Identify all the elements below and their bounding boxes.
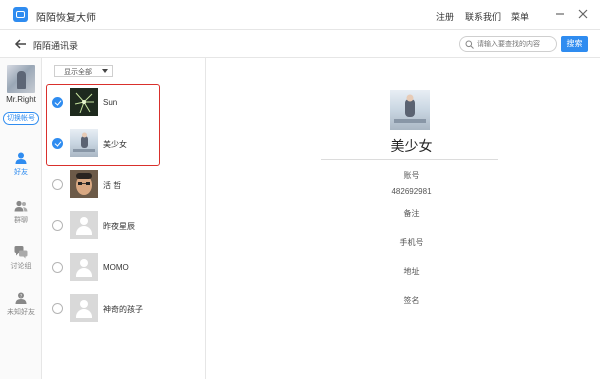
detail-name: 美少女 (390, 138, 433, 154)
chevron-down-icon (102, 69, 108, 73)
contact-name: MOMO (103, 263, 129, 272)
list-item[interactable]: 神奇的孩子 (43, 288, 206, 328)
list-item[interactable]: MOMO (43, 247, 206, 287)
chat-bubbles-icon (14, 246, 28, 259)
sidebar-item-label: 好友 (14, 169, 28, 176)
sidebar-item-label: 群聊 (14, 217, 28, 224)
divider (321, 159, 498, 160)
list-item[interactable]: Sun (43, 82, 206, 122)
app-logo-icon (13, 7, 28, 22)
sidebar: Mr.Right 切换帐号 好友 群聊 讨论组 ? 未知好友 (0, 58, 42, 379)
contact-detail: 美少女 账号 482692981 备注 手机号 地址 签名 (207, 58, 600, 379)
list-item[interactable]: 美少女 (43, 123, 206, 163)
list-item[interactable]: 活 哲 (43, 164, 206, 204)
app-title: 陌陌恢复大师 (36, 13, 96, 24)
detail-avatar (390, 90, 430, 130)
sidebar-item-discussions[interactable]: 讨论组 (0, 245, 42, 279)
search-input[interactable] (477, 38, 555, 50)
remark-label: 备注 (403, 209, 420, 218)
search-button[interactable]: 搜索 (561, 36, 588, 52)
avatar (70, 170, 98, 198)
svg-text:?: ? (20, 293, 22, 298)
checkbox[interactable] (52, 303, 63, 314)
username: Mr.Right (6, 95, 36, 104)
avatar (70, 88, 98, 116)
page-title: 陌陌通讯录 (33, 41, 79, 51)
contact-name: 神奇的孩子 (103, 305, 143, 314)
group-icon (14, 200, 28, 212)
avatar (70, 129, 98, 157)
unknown-person-icon: ? (15, 292, 27, 304)
register-link[interactable]: 注册 (436, 10, 454, 23)
checkbox[interactable] (52, 262, 63, 273)
checkbox[interactable] (52, 220, 63, 231)
sidebar-item-friends[interactable]: 好友 (0, 151, 42, 185)
search-box[interactable] (459, 36, 557, 52)
filter-dropdown[interactable]: 显示全部 (54, 65, 113, 77)
contact-name: 昨夜星辰 (103, 222, 135, 231)
sidebar-item-unknown-friends[interactable]: ? 未知好友 (0, 291, 42, 325)
menu-link[interactable]: 菜单 (511, 10, 529, 23)
contact-name: 活 哲 (103, 181, 122, 190)
sidebar-item-label: 讨论组 (10, 263, 32, 270)
title-bar: 陌陌恢复大师 注册 联系我们 菜单 (0, 0, 600, 30)
nav-bar: 陌陌通讯录 搜索 (0, 30, 600, 58)
contact-list: 显示全部 Sun 美少女 活 哲 昨夜星辰 MOMO 神奇的孩子 (43, 58, 206, 379)
phone-label: 手机号 (399, 238, 424, 247)
contact-us-link[interactable]: 联系我们 (465, 10, 501, 23)
default-avatar (70, 211, 98, 239)
contact-name: 美少女 (103, 140, 127, 149)
sidebar-item-groups[interactable]: 群聊 (0, 199, 42, 233)
contact-name: Sun (103, 98, 118, 107)
signature-label: 签名 (403, 296, 420, 305)
account-label: 账号 (403, 171, 420, 180)
default-avatar (70, 253, 98, 281)
sidebar-item-label: 未知好友 (7, 309, 35, 316)
switch-account-button[interactable]: 切换帐号 (3, 112, 39, 125)
person-icon (15, 152, 27, 164)
list-item[interactable]: 昨夜星辰 (43, 205, 206, 245)
search-icon (465, 40, 474, 49)
default-avatar (70, 294, 98, 322)
checkbox[interactable] (52, 97, 63, 108)
minimize-icon[interactable] (554, 8, 566, 20)
checkbox[interactable] (52, 138, 63, 149)
back-arrow-icon[interactable] (14, 37, 28, 51)
user-avatar[interactable] (7, 65, 35, 93)
checkbox[interactable] (52, 179, 63, 190)
account-value: 482692981 (391, 187, 432, 196)
filter-value: 显示全部 (64, 69, 92, 76)
address-label: 地址 (403, 267, 420, 276)
close-icon[interactable] (577, 8, 589, 20)
